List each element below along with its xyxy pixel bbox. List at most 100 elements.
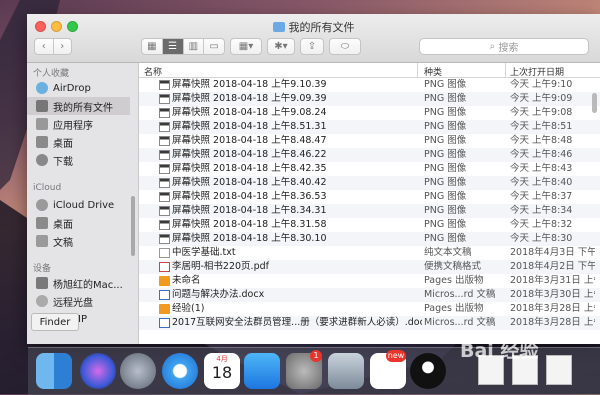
column-divider[interactable] bbox=[417, 63, 418, 77]
file-kind: PNG 图像 bbox=[424, 191, 467, 202]
list-view-icon[interactable]: ☰ bbox=[162, 39, 184, 54]
file-date: 2018年4月2日 下午 bbox=[510, 261, 595, 272]
table-row[interactable]: 问题与解决办法.docx Micros...rd 文稿 2018年3月30日 上午 bbox=[139, 288, 600, 302]
table-row[interactable]: 屏幕快照 2018-04-18 上午8.30.10 PNG 图像 今天 上午8:30 bbox=[139, 232, 600, 246]
png-file-icon bbox=[159, 192, 170, 202]
table-row[interactable]: 未命名 Pages 出版物 2018年3月31日 上午 bbox=[139, 274, 600, 288]
table-row[interactable]: 屏幕快照 2018-04-18 上午9.10.39 PNG 图像 今天 上午9:10 bbox=[139, 78, 600, 92]
table-row[interactable]: 屏幕快照 2018-04-18 上午8.42.35 PNG 图像 今天 上午8:43 bbox=[139, 162, 600, 176]
file-kind: PNG 图像 bbox=[424, 205, 467, 216]
pages-file-icon bbox=[159, 276, 170, 286]
file-name: 屏幕快照 2018-04-18 上午8.34.31 bbox=[172, 205, 327, 216]
column-name[interactable]: 名称 bbox=[144, 65, 162, 78]
png-file-icon bbox=[159, 206, 170, 216]
table-row[interactable]: 屏幕快照 2018-04-18 上午8.46.22 PNG 图像 今天 上午8:46 bbox=[139, 148, 600, 162]
qq-dock-icon[interactable] bbox=[410, 353, 446, 389]
finder-dock-icon[interactable] bbox=[36, 353, 72, 389]
file-name: 未命名 bbox=[172, 275, 201, 286]
list-scrollbar[interactable] bbox=[592, 93, 597, 113]
file-date: 今天 上午8:46 bbox=[510, 149, 573, 160]
file-date: 今天 上午8:43 bbox=[510, 163, 573, 174]
app-store-dock-icon[interactable] bbox=[244, 353, 280, 389]
launchpad-dock-icon[interactable] bbox=[120, 353, 156, 389]
table-row[interactable]: 屏幕快照 2018-04-18 上午8.36.53 PNG 图像 今天 上午8:37 bbox=[139, 190, 600, 204]
search-input[interactable]: ⌕ 搜索 bbox=[419, 38, 589, 55]
table-row[interactable]: 2017互联网安全法群员管理...册（要求进群新人必读）.doc Micros..… bbox=[139, 316, 600, 330]
disc-icon bbox=[36, 295, 48, 307]
sidebar-item-icloud-desktop[interactable]: 桌面 bbox=[27, 214, 130, 232]
tags-button[interactable]: ⬭ bbox=[329, 38, 361, 55]
table-row[interactable]: 屏幕快照 2018-04-18 上午8.51.31 PNG 图像 今天 上午8:51 bbox=[139, 120, 600, 134]
tag-icon: ⬭ bbox=[340, 41, 350, 52]
column-kind[interactable]: 种类 bbox=[424, 65, 442, 78]
png-file-icon bbox=[159, 94, 170, 104]
group-button[interactable]: ▦▾ bbox=[230, 38, 262, 55]
file-kind: 纯文本文稿 bbox=[424, 247, 472, 258]
table-row[interactable]: 屏幕快照 2018-04-18 上午9.08.24 PNG 图像 今天 上午9:08 bbox=[139, 106, 600, 120]
icon-view-icon[interactable]: ▦ bbox=[142, 39, 163, 54]
new-badge: new bbox=[386, 350, 406, 362]
table-row[interactable]: 中医学基础.txt 纯文本文稿 2018年4月3日 下午 bbox=[139, 246, 600, 260]
cover-flow-icon[interactable]: ▭ bbox=[204, 39, 224, 54]
desktop-icon bbox=[36, 136, 48, 148]
sidebar-item-icloud-drive[interactable]: iCloud Drive bbox=[27, 196, 130, 214]
document-dock-icon[interactable] bbox=[546, 355, 572, 385]
table-row[interactable]: 屏幕快照 2018-04-18 上午8.34.31 PNG 图像 今天 上午8:34 bbox=[139, 204, 600, 218]
back-button[interactable]: ‹ bbox=[35, 39, 54, 54]
share-button[interactable]: ⇪ bbox=[300, 38, 324, 55]
sidebar-item-all-files[interactable]: 我的所有文件 bbox=[27, 97, 130, 115]
file-kind: 便携文稿格式 bbox=[424, 261, 482, 272]
sidebar-scrollbar[interactable] bbox=[131, 196, 135, 256]
table-row[interactable]: 经验(1) Pages 出版物 2018年3月28日 上午 bbox=[139, 302, 600, 316]
sidebar-item-desktop[interactable]: 桌面 bbox=[27, 133, 130, 151]
table-row[interactable]: 屏幕快照 2018-04-18 上午8.40.42 PNG 图像 今天 上午8:40 bbox=[139, 176, 600, 190]
sidebar-item-label: 应用程序 bbox=[53, 120, 93, 132]
file-kind: PNG 图像 bbox=[424, 219, 467, 230]
png-file-icon bbox=[159, 164, 170, 174]
sidebar-item-applications[interactable]: 应用程序 bbox=[27, 115, 130, 133]
sidebar-item-mac[interactable]: 杨旭红的Mac... bbox=[27, 274, 130, 292]
sidebar-section-devices: 设备 bbox=[33, 264, 52, 274]
sidebar-item-label: 桌面 bbox=[53, 219, 73, 231]
png-file-icon bbox=[159, 136, 170, 146]
file-name: 李居明-相书220页.pdf bbox=[172, 261, 269, 272]
file-kind: Pages 出版物 bbox=[424, 303, 484, 314]
window-title: 我的所有文件 bbox=[27, 19, 600, 35]
png-file-icon bbox=[159, 234, 170, 244]
preview-dock-icon[interactable] bbox=[328, 353, 364, 389]
titlebar: 我的所有文件 ‹ › ▦ ☰ ▥ ▭ ▦▾ ✱▾ ⇪ ⬭ ⌕ 搜索 bbox=[27, 14, 600, 63]
column-divider[interactable] bbox=[505, 63, 506, 77]
calendar-dock-icon[interactable]: 4月 18 bbox=[204, 353, 240, 389]
sidebar-item-airdrop[interactable]: AirDrop bbox=[27, 79, 130, 97]
share-icon: ⇪ bbox=[307, 41, 317, 52]
action-button[interactable]: ✱▾ bbox=[267, 38, 295, 55]
file-name: 屏幕快照 2018-04-18 上午8.31.58 bbox=[172, 219, 327, 230]
table-row[interactable]: 屏幕快照 2018-04-18 上午9.09.39 PNG 图像 今天 上午9:09 bbox=[139, 92, 600, 106]
search-placeholder: 搜索 bbox=[498, 43, 519, 54]
file-name: 屏幕快照 2018-04-18 上午8.30.10 bbox=[172, 233, 327, 244]
forward-button[interactable]: › bbox=[54, 39, 72, 54]
file-kind: PNG 图像 bbox=[424, 233, 467, 244]
file-name: 屏幕快照 2018-04-18 上午9.09.39 bbox=[172, 93, 327, 104]
nav-buttons: ‹ › bbox=[34, 38, 72, 55]
sidebar-item-label: 下载 bbox=[53, 156, 73, 168]
sidebar-item-label: 我的所有文件 bbox=[53, 102, 113, 114]
view-mode-control: ▦ ☰ ▥ ▭ bbox=[141, 38, 225, 55]
file-date: 今天 上午8:48 bbox=[510, 135, 573, 146]
window-title-text: 我的所有文件 bbox=[288, 21, 355, 34]
sidebar-section-favorites: 个人收藏 bbox=[33, 69, 70, 79]
file-name: 屏幕快照 2018-04-18 上午8.48.47 bbox=[172, 135, 327, 146]
file-kind: PNG 图像 bbox=[424, 177, 467, 188]
column-date[interactable]: 上次打开日期 bbox=[510, 65, 564, 78]
table-row[interactable]: 李居明-相书220页.pdf 便携文稿格式 2018年4月2日 下午 bbox=[139, 260, 600, 274]
download-icon bbox=[36, 154, 48, 166]
table-row[interactable]: 屏幕快照 2018-04-18 上午8.48.47 PNG 图像 今天 上午8:48 bbox=[139, 134, 600, 148]
column-view-icon[interactable]: ▥ bbox=[184, 39, 205, 54]
siri-dock-icon[interactable] bbox=[80, 353, 116, 389]
sidebar-item-documents[interactable]: 文稿 bbox=[27, 232, 130, 250]
sidebar-item-remote-disc[interactable]: 远程光盘 bbox=[27, 292, 130, 310]
file-date: 今天 上午9:09 bbox=[510, 93, 573, 104]
table-row[interactable]: 屏幕快照 2018-04-18 上午8.31.58 PNG 图像 今天 上午8:32 bbox=[139, 218, 600, 232]
sidebar-item-downloads[interactable]: 下载 bbox=[27, 151, 130, 169]
safari-dock-icon[interactable] bbox=[162, 353, 198, 389]
